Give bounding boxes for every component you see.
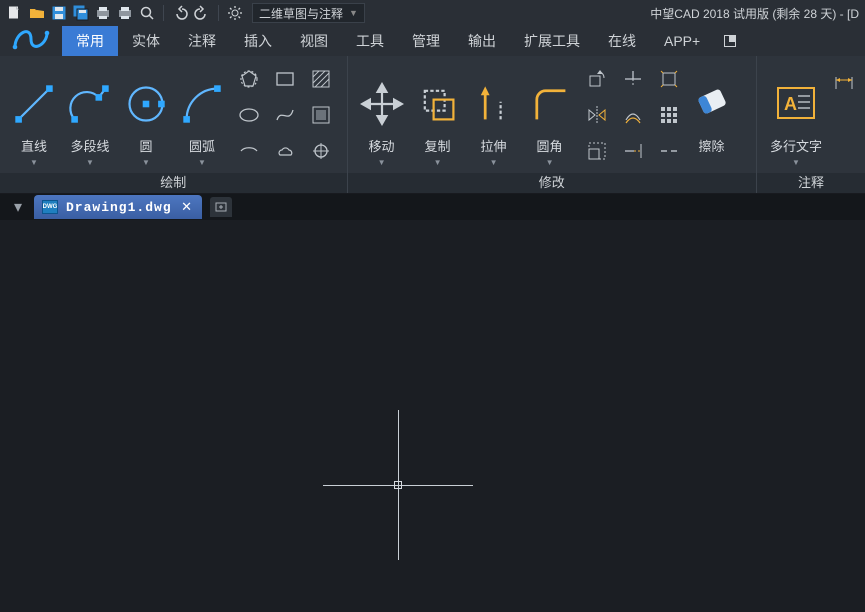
chevron-down-icon: ▼: [198, 159, 206, 167]
chevron-down-icon: ▼: [546, 159, 554, 167]
copy-icon: [416, 82, 460, 126]
tool-trim[interactable]: [618, 64, 648, 94]
tool-line[interactable]: 直线 ▼: [6, 61, 62, 169]
tool-offset[interactable]: [618, 100, 648, 130]
move-icon: [360, 82, 404, 126]
new-tab-button[interactable]: [210, 197, 232, 217]
tool-erase[interactable]: 擦除: [684, 61, 740, 169]
file-tab-name: Drawing1.dwg: [66, 200, 172, 215]
stretch-icon: [472, 82, 516, 126]
chevron-down-icon: ▼: [378, 159, 386, 167]
dwg-file-icon: DWG: [42, 200, 58, 214]
ribbon-customize-icon[interactable]: [720, 31, 740, 51]
tab-online[interactable]: 在线: [594, 26, 650, 56]
menu-tabs: 常用 实体 注释 插入 视图 工具 管理 输出 扩展工具 在线 APP+: [62, 26, 740, 56]
chevron-down-icon: ▼: [142, 159, 150, 167]
chevron-down-icon: ▼: [86, 159, 94, 167]
tool-dimension[interactable]: [829, 68, 859, 98]
qat-separator: [163, 5, 164, 21]
qat-preview-icon[interactable]: [138, 4, 156, 22]
tool-rotate[interactable]: [582, 64, 612, 94]
qat-undo-icon[interactable]: [171, 4, 189, 22]
qat-saveas-icon[interactable]: [72, 4, 90, 22]
workspace-gear-icon[interactable]: [226, 4, 244, 22]
quick-access-toolbar: 二维草图与注释 ▼ 中望CAD 2018 试用版 (剩余 28 天) - [D: [0, 0, 865, 26]
app-logo[interactable]: [0, 26, 62, 56]
tab-solid[interactable]: 实体: [118, 26, 174, 56]
tool-move[interactable]: 移动 ▼: [354, 61, 410, 169]
chevron-down-icon: ▼: [490, 159, 498, 167]
tab-ext[interactable]: 扩展工具: [510, 26, 594, 56]
tool-break[interactable]: [654, 136, 684, 166]
tab-output[interactable]: 输出: [454, 26, 510, 56]
tab-appplus[interactable]: APP+: [650, 26, 714, 56]
ribbon: 直线 ▼ 多段线 ▼ 圆 ▼ 圆弧 ▼: [0, 56, 865, 194]
chevron-down-icon: ▼: [434, 159, 442, 167]
tool-mirror[interactable]: [582, 100, 612, 130]
file-tab-active[interactable]: DWG Drawing1.dwg ✕: [34, 195, 202, 219]
fillet-icon: [528, 82, 572, 126]
tool-rectangle[interactable]: [270, 64, 300, 94]
menu-bar: 常用 实体 注释 插入 视图 工具 管理 输出 扩展工具 在线 APP+: [0, 26, 865, 56]
tool-scale[interactable]: [582, 136, 612, 166]
tab-annotate[interactable]: 注释: [174, 26, 230, 56]
tool-copy[interactable]: 复制 ▼: [410, 61, 466, 169]
filetab-dropdown[interactable]: ▾: [8, 197, 28, 217]
tool-polyline[interactable]: 多段线 ▼: [62, 61, 118, 169]
tool-polygon[interactable]: [234, 64, 264, 94]
qat-print-icon[interactable]: [116, 4, 134, 22]
tool-fillet[interactable]: 圆角 ▼: [522, 61, 578, 169]
app-title: 中望CAD 2018 试用版 (剩余 28 天) - [D: [650, 5, 859, 22]
tool-stretch[interactable]: 拉伸 ▼: [466, 61, 522, 169]
chevron-down-icon: ▼: [349, 8, 358, 18]
qat-redo-icon[interactable]: [193, 4, 211, 22]
qat-open-icon[interactable]: [28, 4, 46, 22]
tool-revcloud[interactable]: [270, 136, 300, 166]
mtext-icon: A: [774, 82, 818, 126]
file-tab-bar: ▾ DWG Drawing1.dwg ✕: [0, 194, 865, 220]
tool-ellipse-arc[interactable]: [234, 136, 264, 166]
line-icon: [12, 82, 56, 126]
tool-point[interactable]: [306, 136, 336, 166]
panel-label-draw: 绘制: [0, 173, 347, 193]
qat-new-icon[interactable]: [6, 4, 24, 22]
panel-draw: 直线 ▼ 多段线 ▼ 圆 ▼ 圆弧 ▼: [0, 56, 348, 193]
workspace-selector[interactable]: 二维草图与注释 ▼: [252, 3, 365, 23]
draw-small-tools: [234, 64, 336, 166]
tool-spline[interactable]: [270, 100, 300, 130]
polyline-icon: [68, 82, 112, 126]
tool-ellipse[interactable]: [234, 100, 264, 130]
qat-separator-2: [218, 5, 219, 21]
workspace-label: 二维草图与注释: [259, 5, 343, 22]
chevron-down-icon: ▼: [792, 159, 800, 167]
tool-circle[interactable]: 圆 ▼: [118, 61, 174, 169]
panel-modify: 移动 ▼ 复制 ▼ 拉伸 ▼ 圆角 ▼: [348, 56, 757, 193]
crosshair-pickbox: [394, 481, 402, 489]
tab-tools[interactable]: 工具: [342, 26, 398, 56]
svg-text:A: A: [784, 94, 797, 114]
tool-arc[interactable]: 圆弧 ▼: [174, 61, 230, 169]
panel-label-modify: 修改: [348, 173, 756, 193]
tab-view[interactable]: 视图: [286, 26, 342, 56]
tab-common[interactable]: 常用: [62, 26, 118, 56]
tool-mtext[interactable]: A 多行文字 ▼: [763, 61, 829, 169]
chevron-down-icon: ▼: [30, 159, 38, 167]
panel-annotate: A 多行文字 ▼ 注释: [757, 56, 865, 193]
tab-manage[interactable]: 管理: [398, 26, 454, 56]
modify-small-tools: [582, 64, 684, 166]
close-icon[interactable]: ✕: [180, 200, 194, 214]
qat-plots-icon[interactable]: [94, 4, 112, 22]
tool-array[interactable]: [654, 100, 684, 130]
tool-explode[interactable]: [654, 64, 684, 94]
tool-hatch[interactable]: [306, 64, 336, 94]
drawing-canvas[interactable]: [0, 220, 865, 612]
tab-insert[interactable]: 插入: [230, 26, 286, 56]
tool-region[interactable]: [306, 100, 336, 130]
panel-label-annotate: 注释: [757, 173, 865, 193]
tool-extend[interactable]: [618, 136, 648, 166]
arc-icon: [180, 82, 224, 126]
qat-save-icon[interactable]: [50, 4, 68, 22]
circle-icon: [124, 82, 168, 126]
eraser-icon: [690, 82, 734, 126]
